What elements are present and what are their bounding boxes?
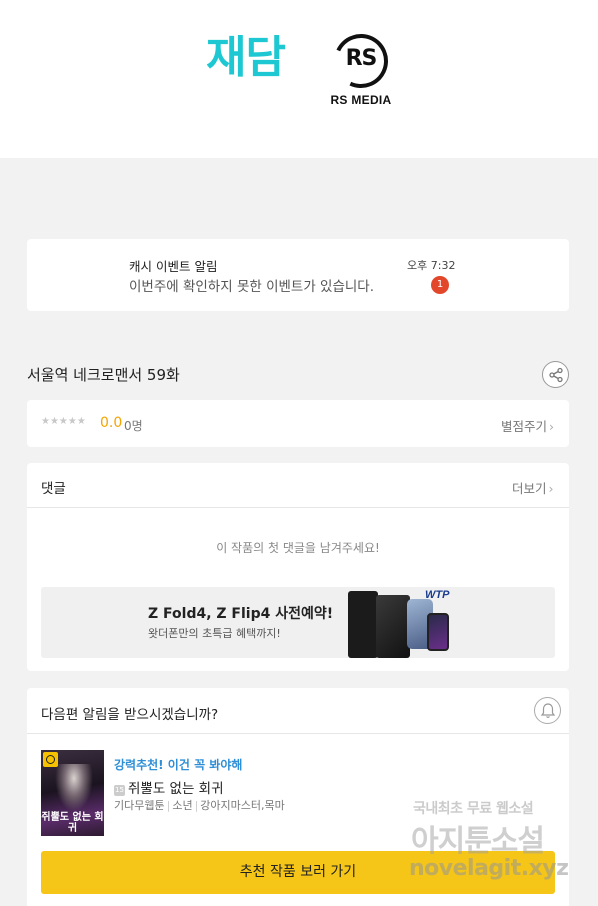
notification-body: 이번주에 확인하지 못한 이벤트가 있습니다. <box>129 279 375 295</box>
recommendation-title-text: 쥐뿔도 없는 회귀 <box>128 781 224 797</box>
thumbnail-caption: 쥐뿔도 없는 회귀 <box>41 812 104 834</box>
age-rating-badge: 15 <box>114 785 125 796</box>
meta-separator: | <box>194 799 199 812</box>
recommendation-title[interactable]: 15 쥐뿔도 없는 회귀 <box>114 777 224 797</box>
next-episode-card: 다음편 알림을 받으시겠습니까? 쥐뿔도 없는 회귀 강력추천! 이건 꼭 봐야… <box>27 688 569 906</box>
chevron-right-icon: › <box>549 419 555 434</box>
comments-empty-message: 이 작품의 첫 댓글을 남겨주세요! <box>216 541 380 555</box>
share-icon <box>549 367 563 383</box>
share-button[interactable] <box>542 361 569 388</box>
rating-count: 0명 <box>124 419 143 433</box>
chevron-right-icon: › <box>548 481 554 496</box>
notify-bell-button[interactable] <box>534 697 561 724</box>
ad-phone-image <box>376 595 410 658</box>
recommendation-meta: 기다무웹툰 | 소년 | 강아지마스터,목마 <box>114 797 285 813</box>
meta-genre: 소년 <box>172 799 193 812</box>
next-episode-header: 다음편 알림을 받으시겠습니까? <box>27 688 569 734</box>
ad-phone-image <box>427 613 449 651</box>
ad-subtitle: 왓더폰만의 초특급 혜택까지! <box>148 627 281 640</box>
next-episode-question: 다음편 알림을 받으시겠습니까? <box>41 707 219 723</box>
bell-icon <box>540 703 556 718</box>
rs-logo-letters: RS <box>345 46 378 71</box>
header-logos: 재담 RS RS MEDIA <box>0 0 598 158</box>
rate-button[interactable]: 별점주기 › <box>501 416 554 435</box>
jaedam-logo: 재담 <box>206 32 286 83</box>
rs-logo-text: RS MEDIA <box>330 93 392 107</box>
recommendation-tag: 강력추천! 이건 꼭 봐야해 <box>114 758 243 772</box>
ad-phone-image <box>348 591 378 658</box>
rs-media-logo: RS RS MEDIA <box>326 26 396 108</box>
notification-title: 캐시 이벤트 알림 <box>129 259 218 274</box>
rating-score: 0.0 <box>100 415 123 431</box>
more-label: 더보기 <box>512 481 547 496</box>
thumbnail-artwork <box>55 764 93 812</box>
notification-time: 오후 7:32 <box>407 259 456 272</box>
comments-header: 댓글 더보기 › <box>27 463 569 508</box>
ad-title: Z Fold4, Z Flip4 사전예약! <box>148 606 334 622</box>
comments-more-button[interactable]: 더보기 › <box>512 478 554 497</box>
episode-title: 서울역 네크로맨서 59화 <box>27 366 180 384</box>
view-recommendation-button[interactable]: 추천 작품 보러 가기 <box>41 851 555 894</box>
star-rating-icon: ★★★★★ <box>41 416 86 427</box>
comments-title: 댓글 <box>41 481 66 497</box>
comments-card: 댓글 더보기 › 이 작품의 첫 댓글을 남겨주세요! Z Fold4, Z Fl… <box>27 463 569 671</box>
ad-banner[interactable]: Z Fold4, Z Flip4 사전예약! 왓더폰만의 초특급 혜택까지! W… <box>41 587 555 658</box>
cash-event-notification[interactable]: 캐시 이벤트 알림 이번주에 확인하지 못한 이벤트가 있습니다. 오후 7:3… <box>27 239 569 311</box>
meta-separator: | <box>166 799 171 812</box>
rate-button-label: 별점주기 <box>501 419 548 434</box>
recommendation-thumbnail[interactable]: 쥐뿔도 없는 회귀 <box>41 750 104 836</box>
ad-brand-logo: WTP <box>425 589 450 601</box>
clock-icon <box>43 752 58 767</box>
meta-authors: 강아지마스터,목마 <box>200 799 285 812</box>
notification-badge: 1 <box>431 276 449 294</box>
meta-category: 기다무웹툰 <box>114 799 165 812</box>
rating-card: ★★★★★ 0.0 0명 별점주기 › <box>27 400 569 447</box>
